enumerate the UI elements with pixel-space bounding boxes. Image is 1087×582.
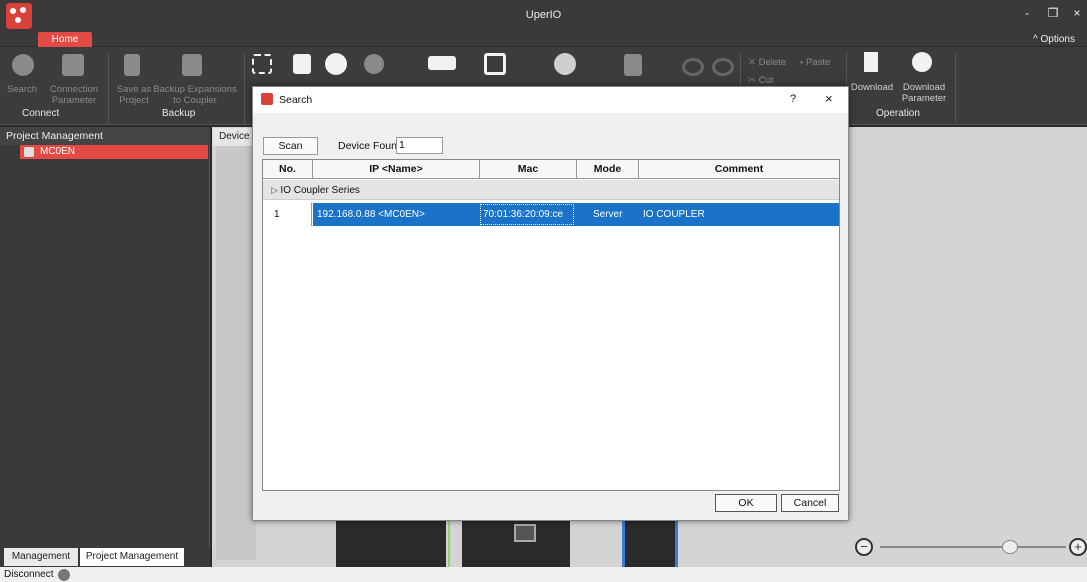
canvas-edge [216, 146, 256, 560]
column-header-mode[interactable]: Mode [577, 160, 639, 179]
cell-ip: 192.168.0.88 <MC0EN> [317, 209, 425, 220]
device-found-label: Device Found [338, 140, 403, 152]
tree-item-label: MC0EN [40, 146, 76, 157]
download-parameter-button[interactable]: Download Parameter [898, 82, 950, 104]
hardware-module [336, 521, 446, 567]
panel-header: Project Management [0, 127, 210, 145]
database-icon [182, 54, 202, 76]
cancel-button[interactable]: Cancel [781, 494, 839, 512]
hardware-module [622, 521, 678, 567]
restore-button[interactable]: ❒ [1046, 6, 1060, 20]
cut-button[interactable]: ✂ Cut [748, 75, 788, 86]
column-header-comment[interactable]: Comment [639, 160, 839, 179]
ok-button[interactable]: OK [715, 494, 777, 512]
status-text: Disconnect [4, 569, 54, 580]
list-icon[interactable] [293, 54, 311, 74]
column-header-mac[interactable]: Mac [480, 160, 577, 179]
divider [244, 52, 245, 124]
backup-expansions-button[interactable]: Backup Expansions to Coupler [150, 84, 240, 106]
module-icon[interactable] [484, 53, 506, 75]
window-title: UperIO [525, 9, 562, 21]
info-icon[interactable] [325, 53, 347, 75]
group-row[interactable]: ▷ IO Coupler Series [263, 180, 839, 200]
tab-home[interactable]: Home [38, 32, 92, 48]
project-management-panel: Project Management MC0EN [0, 127, 210, 567]
zoom-track[interactable] [880, 546, 1066, 548]
paste-button[interactable]: ▪ Paste [800, 57, 840, 68]
scan-button[interactable]: Scan [263, 137, 318, 155]
expand-icon[interactable] [252, 54, 272, 74]
group-label-connect: Connect [22, 108, 60, 119]
gear-icon [62, 54, 84, 76]
options-menu[interactable]: ^ Options [1033, 34, 1075, 45]
cell-no: 1 [263, 203, 312, 226]
settings-icon[interactable] [554, 53, 576, 75]
paste-label: Paste [806, 57, 831, 68]
connection-status-icon [58, 569, 70, 581]
device-found-field: 1 [396, 137, 443, 154]
cut-label: Cut [758, 75, 774, 86]
expand-arrow-icon[interactable]: ▷ [271, 185, 280, 195]
download-arrow-icon [864, 52, 878, 72]
group-label-operation: Operation [876, 108, 920, 119]
dialog-title: Search [279, 94, 313, 106]
search-icon [12, 54, 34, 76]
search-button[interactable]: Search [2, 84, 42, 95]
cell-comment: IO COUPLER [643, 209, 705, 220]
tab-device[interactable]: Device [213, 128, 253, 146]
file-icon[interactable] [624, 54, 642, 76]
download-parameter-icon [912, 52, 932, 72]
ribbon-tab-row [0, 32, 1087, 46]
status-bar: Disconnect [0, 567, 1087, 582]
tree-item-mc0en[interactable]: MC0EN [20, 145, 208, 159]
device-icon [24, 147, 34, 157]
tab-project-management[interactable]: Project Management [80, 548, 184, 566]
device-table: No. IP <Name> Mac Mode Comment ▷ IO Coup… [262, 159, 840, 491]
help-button[interactable]: ? [790, 93, 796, 105]
ethernet-port [514, 524, 536, 542]
battery-icon[interactable] [428, 56, 456, 70]
tab-management[interactable]: Management [4, 548, 78, 566]
column-header-no[interactable]: No. [263, 160, 313, 179]
column-header-ip[interactable]: IP <Name> [313, 160, 480, 179]
zoom-in-icon[interactable]: + [1069, 538, 1087, 556]
document-icon [124, 54, 140, 76]
download-button[interactable]: Download [848, 82, 896, 93]
minimize-button[interactable]: - [1020, 6, 1034, 20]
dialog-close-button[interactable]: × [825, 91, 833, 106]
group-label: IO Coupler Series [280, 185, 360, 196]
delete-label: Delete [758, 57, 787, 68]
zoom-slider-handle[interactable] [1002, 540, 1018, 554]
close-button[interactable]: × [1070, 6, 1084, 20]
divider [955, 52, 956, 124]
redo-icon[interactable] [712, 58, 734, 76]
cell-mode: Server [593, 209, 623, 220]
undo-icon[interactable] [682, 58, 704, 76]
cell-mac: 70:01:36:20:09:ce [483, 209, 564, 220]
app-logo-icon [261, 93, 273, 105]
zoom-icon[interactable] [364, 54, 384, 74]
save-as-project-button[interactable]: Save as Project [114, 84, 154, 106]
divider [108, 52, 109, 124]
dialog-title-bar [253, 87, 848, 113]
search-dialog: Search ? × Scan Device Found 1 No. IP <N… [252, 86, 849, 521]
connection-parameter-button[interactable]: Connection Parameter [46, 84, 102, 106]
delete-button[interactable]: ✕ Delete [748, 57, 798, 68]
hardware-divider [448, 521, 450, 567]
group-label-backup: Backup [162, 108, 196, 119]
zoom-out-icon[interactable]: − [855, 538, 873, 556]
